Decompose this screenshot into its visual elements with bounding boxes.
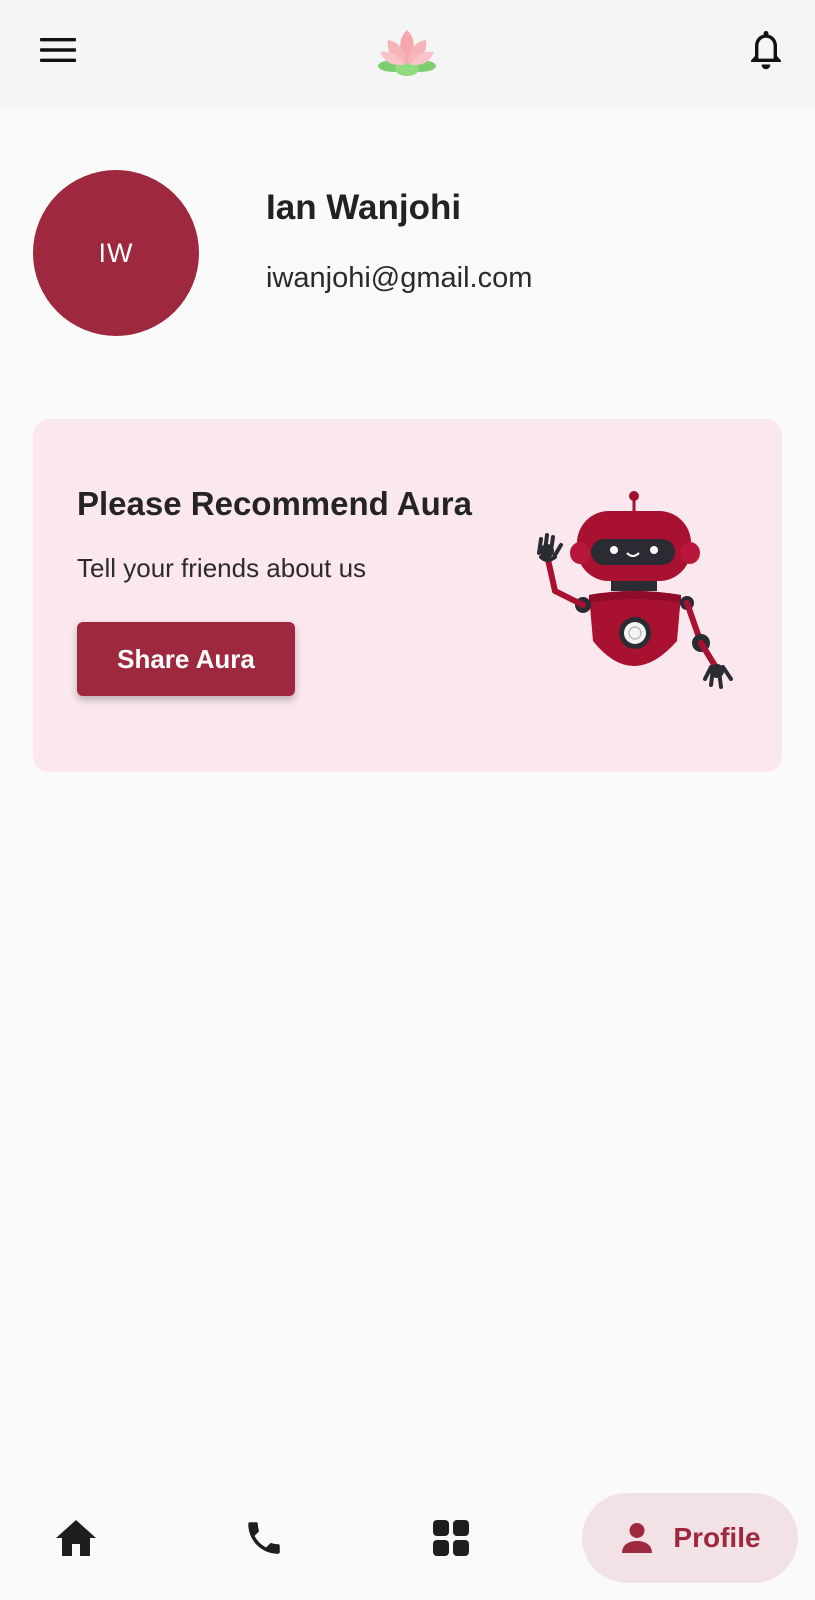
person-icon — [622, 1523, 653, 1553]
menu-button[interactable] — [30, 28, 86, 72]
avatar-initials: IW — [98, 237, 134, 268]
bottom-navigation: Profile — [0, 1478, 815, 1600]
home-icon — [56, 1520, 96, 1556]
hamburger-menu-icon — [40, 38, 76, 62]
notification-bell-icon — [751, 31, 781, 70]
profile-screen: IW Ian Wanjohi iwanjohi@gmail.com Please… — [0, 0, 815, 1600]
recommend-title: Please Recommend Aura — [77, 485, 472, 522]
recommend-subtitle: Tell your friends about us — [77, 553, 367, 583]
nav-profile-label: Profile — [673, 1522, 761, 1553]
nav-apps[interactable] — [419, 1506, 483, 1570]
user-email: iwanjohi@gmail.com — [266, 262, 533, 294]
grid-apps-icon — [433, 1520, 469, 1556]
top-app-bar — [0, 0, 815, 108]
share-aura-button[interactable]: Share Aura — [77, 622, 295, 696]
lotus-logo-icon — [378, 30, 436, 76]
avatar[interactable]: IW — [33, 170, 199, 336]
user-name: Ian Wanjohi — [266, 188, 462, 227]
recommend-card: Please Recommend Aura Tell your friends … — [33, 419, 782, 772]
waving-robot-icon — [537, 491, 733, 689]
notifications-button[interactable] — [740, 24, 792, 76]
nav-calls[interactable] — [232, 1506, 296, 1570]
nav-profile[interactable]: Profile — [582, 1493, 798, 1583]
phone-icon — [248, 1522, 280, 1554]
nav-home[interactable] — [44, 1506, 108, 1570]
